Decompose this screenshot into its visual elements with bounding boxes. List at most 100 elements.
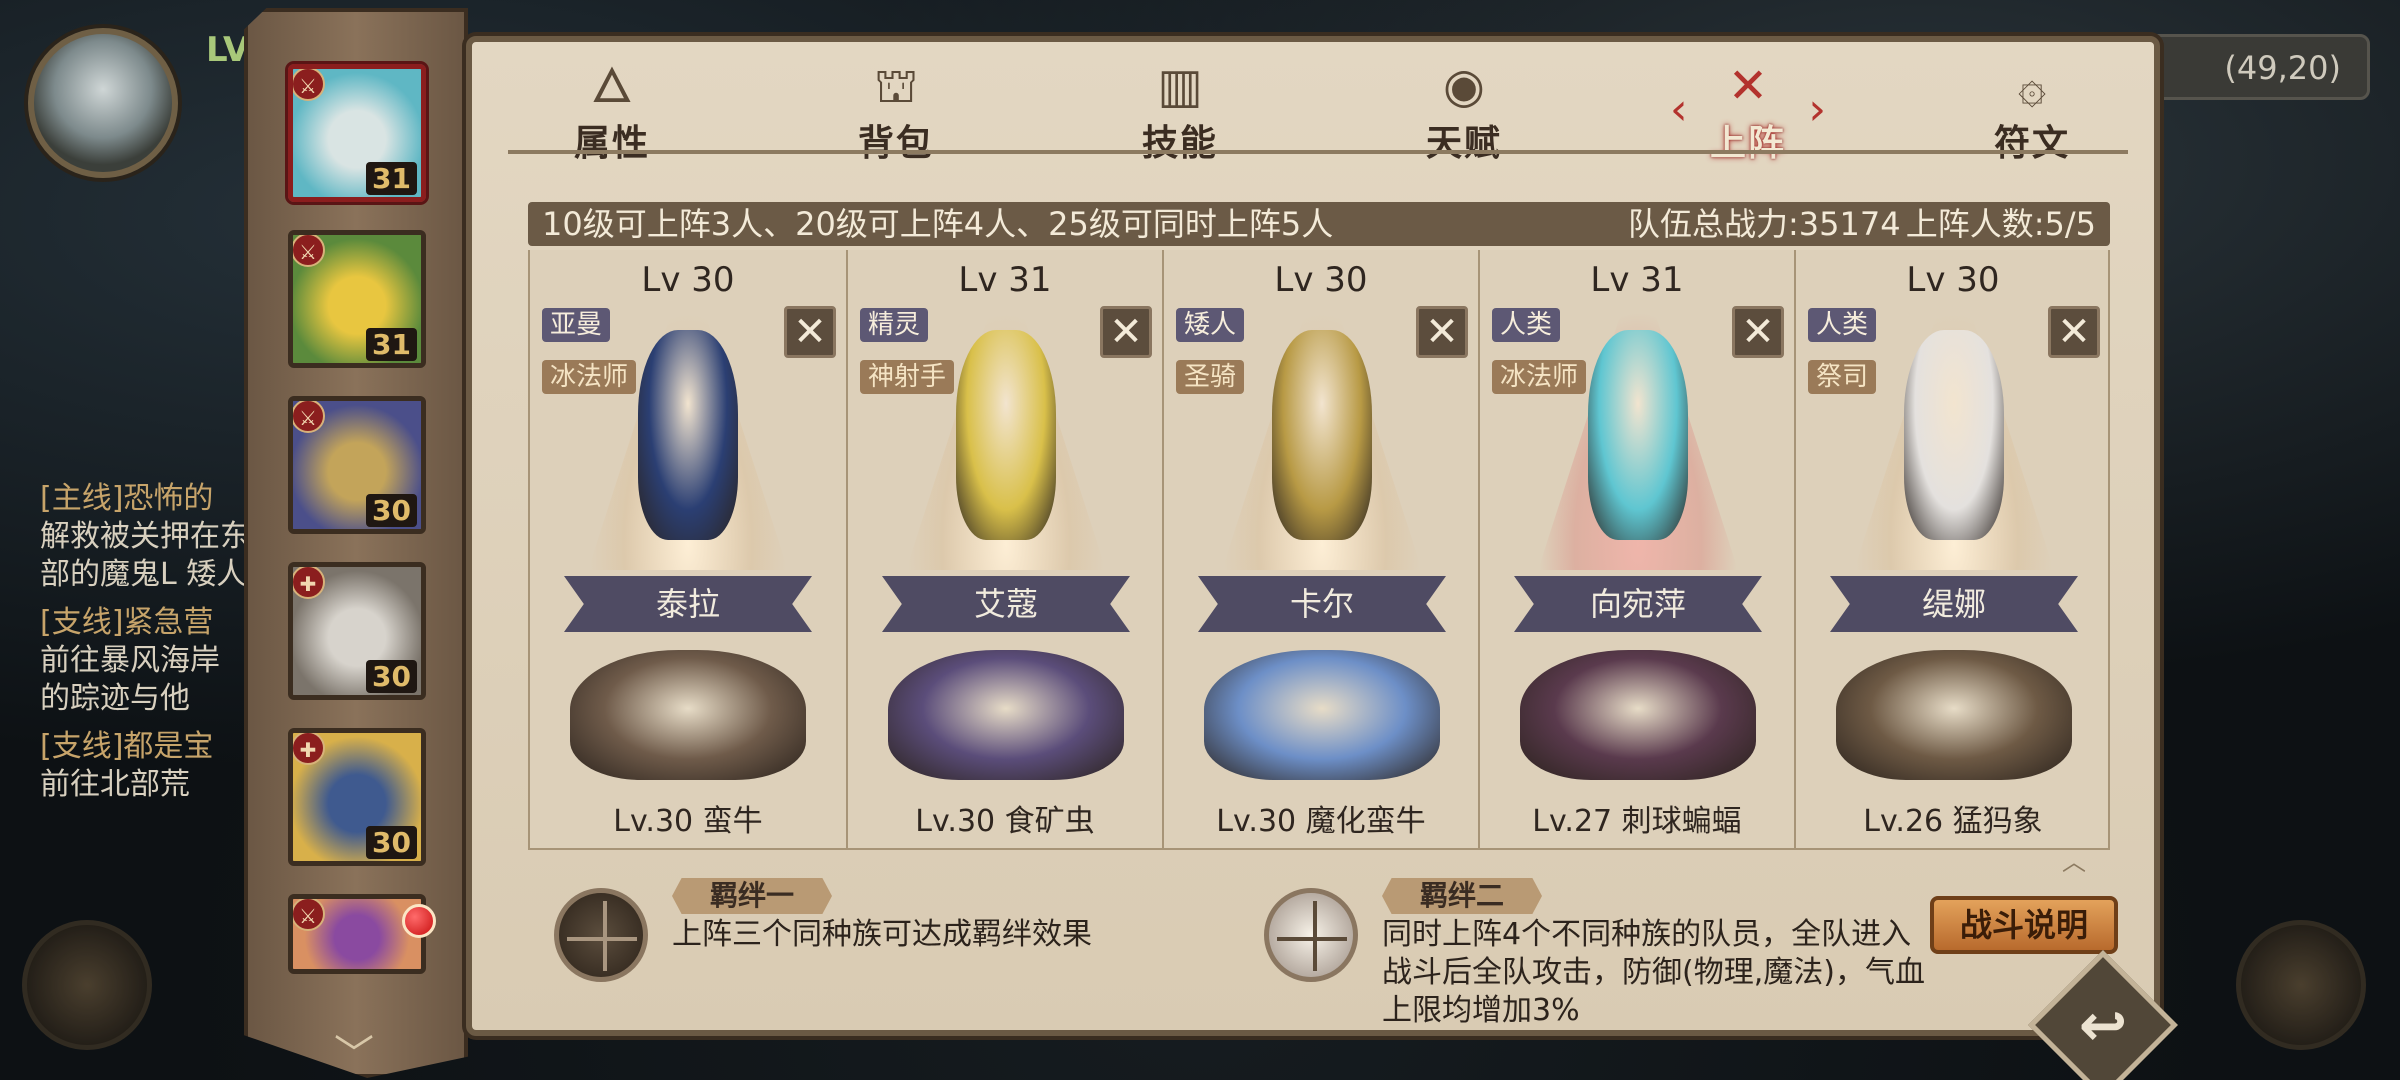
hero-figure[interactable]	[1272, 330, 1372, 540]
sword-icon: ⚔	[293, 899, 325, 931]
team-power-text: 队伍总战力:35174	[1628, 205, 1901, 243]
quest-text: 解救被关押在东部的魔鬼L 矮人	[40, 519, 250, 592]
class-tag: 神射手	[860, 360, 955, 394]
hero-level: 31	[366, 328, 417, 361]
pet-figure[interactable]	[888, 650, 1124, 780]
hero-figure[interactable]	[1904, 330, 2004, 540]
team-slots: Lv 30 亚曼 冰法师 ✕ 泰拉 Lv.30 蛮牛 Lv 31 精灵 神射手 …	[528, 250, 2110, 850]
bond-two-desc-line-1: 同时上阵4个不同种族的队员，全队进入	[1382, 917, 1912, 952]
pet-label: Lv.30 食矿虫	[915, 804, 1095, 839]
remove-hero-button[interactable]: ✕	[784, 306, 836, 358]
quest-text: 前往暴风海岸 的踪迹与他	[40, 643, 220, 716]
hero-portrait[interactable]: ⚔	[288, 894, 426, 974]
team-slot[interactable]: Lv 31 人类 冰法师 ✕ 向宛萍 Lv.27 刺球蝙蝠	[1478, 250, 1794, 850]
eye-icon: ◉	[1443, 58, 1485, 114]
bond-two-desc-line-3: 上限均增加3%	[1382, 993, 1580, 1028]
flame-icon: 🜂	[591, 58, 633, 114]
hero-level: 30	[366, 494, 417, 527]
hero-level: 31	[366, 162, 417, 195]
hero-name-banner: 卡尔	[1198, 576, 1446, 632]
bond-two-title: 羁绊二	[1382, 878, 1542, 914]
sword-icon: ⚔	[293, 235, 325, 267]
hero-portrait[interactable]: ⚔ 31	[288, 64, 426, 202]
slot-hero-level: Lv 31	[958, 260, 1052, 300]
pet-button	[22, 920, 152, 1050]
remove-hero-button[interactable]: ✕	[1732, 306, 1784, 358]
race-tag: 人类	[1492, 308, 1561, 342]
team-count-text: 上阵人数:5/5	[1905, 205, 2096, 243]
bond-one-title: 羁绊一	[672, 878, 832, 914]
hero-figure[interactable]	[1588, 330, 1688, 540]
pet-label: Lv.26 猛犸象	[1863, 804, 2043, 839]
hero-figure[interactable]	[638, 330, 738, 540]
bond-two: 羁绊二 同时上阵4个不同种族的队员，全队进入 战斗后全队攻击，防御(物理,魔法)…	[1264, 878, 1964, 1028]
quest-text: 前往北部荒	[40, 767, 190, 802]
tab-label: 上阵	[1709, 123, 1786, 164]
race-tag: 亚曼	[542, 308, 611, 342]
hero-portrait[interactable]: ✚ 30	[288, 562, 426, 700]
pet-label: Lv.30 蛮牛	[613, 804, 763, 839]
bond-two-desc: 同时上阵4个不同种族的队员，全队进入 战斗后全队攻击，防御(物理,魔法)，气血 …	[1382, 916, 1925, 1030]
chevron-up-icon: ︿	[2062, 848, 2086, 876]
tab-label: 背包	[857, 123, 934, 164]
team-slot[interactable]: Lv 30 人类 祭司 ✕ 缇娜 Lv.26 猛犸象	[1794, 250, 2110, 850]
book-icon: ▥	[1157, 58, 1203, 114]
hero-portrait[interactable]: ⚔ 30	[288, 396, 426, 534]
tab-label: 属性	[573, 123, 650, 164]
team-slot[interactable]: Lv 31 精灵 神射手 ✕ 艾蔻 Lv.30 食矿虫	[846, 250, 1162, 850]
quest-title[interactable]: [支线]都是宝	[40, 728, 250, 766]
rune-icon: ۞	[2017, 58, 2047, 114]
hero-level: 30	[366, 826, 417, 859]
remove-hero-button[interactable]: ✕	[1416, 306, 1468, 358]
slot-hero-level: Lv 31	[1590, 260, 1684, 300]
slot-hero-level: Lv 30	[1906, 260, 2000, 300]
hero-figure[interactable]	[956, 330, 1056, 540]
pet-figure[interactable]	[1204, 650, 1440, 780]
pet-figure[interactable]	[1520, 650, 1756, 780]
bond-one-desc: 上阵三个同种族可达成羁绊效果	[672, 916, 1092, 954]
hero-name-banner: 缇娜	[1830, 576, 2078, 632]
tab-label: 技能	[1141, 123, 1218, 164]
bond-two-desc-line-2: 战斗后全队攻击，防御(物理,魔法)，气血	[1382, 955, 1925, 990]
team-slot[interactable]: Lv 30 矮人 圣骑 ✕ 卡尔 Lv.30 魔化蛮牛	[1162, 250, 1478, 850]
hero-name-banner: 艾蔻	[882, 576, 1130, 632]
race-tag: 精灵	[860, 308, 929, 342]
pet-label: Lv.27 刺球蝙蝠	[1532, 804, 1742, 839]
race-tag: 矮人	[1176, 308, 1245, 342]
back-arrow-icon: ↩	[2078, 991, 2128, 1059]
team-slot[interactable]: Lv 30 亚曼 冰法师 ✕ 泰拉 Lv.30 蛮牛	[530, 250, 846, 850]
hero-level: 30	[366, 660, 417, 693]
quest-title[interactable]: [支线]紧急营	[40, 604, 250, 642]
slot-hero-level: Lv 30	[641, 260, 735, 300]
pet-figure[interactable]	[570, 650, 806, 780]
hero-name-banner: 向宛萍	[1514, 576, 1762, 632]
crossed-swords-icon: ✕	[1727, 58, 1769, 114]
pet-figure[interactable]	[1836, 650, 2072, 780]
quest-tracker: [主线]恐怖的 解救被关押在东部的魔鬼L 矮人 [支线]紧急营 前往暴风海岸 的踪迹与…	[40, 470, 250, 804]
bag-icon: ⛫	[873, 58, 919, 114]
remove-hero-button[interactable]: ✕	[1100, 306, 1152, 358]
class-tag: 冰法师	[542, 360, 637, 394]
remove-hero-button[interactable]: ✕	[2048, 306, 2100, 358]
class-tag: 祭司	[1808, 360, 1877, 394]
sword-icon: ⚔	[293, 69, 325, 101]
tab-divider	[508, 150, 2128, 154]
bond-one: 羁绊一 上阵三个同种族可达成羁绊效果	[554, 878, 1154, 1018]
hero-portrait[interactable]: ✚ 30	[288, 728, 426, 866]
bond-two-icon	[1264, 888, 1358, 982]
formation-rule-text: 10级可上阵3人、20级可上阵4人、25级可同时上阵5人	[542, 205, 1334, 243]
pet-label: Lv.30 魔化蛮牛	[1216, 804, 1426, 839]
hero-name-banner: 泰拉	[564, 576, 812, 632]
player-level-label: LV	[206, 30, 250, 70]
bond-one-desc-line: 上阵三个同种族可达成羁绊效果	[672, 917, 1092, 952]
cross-icon: ✚	[293, 733, 325, 765]
hero-portrait[interactable]: ⚔ 31	[288, 230, 426, 368]
tab-label: 天赋	[1425, 123, 1502, 164]
formation-info-bar: 10级可上阵3人、20级可上阵4人、25级可同时上阵5人 队伍总战力:35174…	[528, 202, 2110, 246]
slot-hero-level: Lv 30	[1274, 260, 1368, 300]
class-tag: 冰法师	[1492, 360, 1587, 394]
formation-panel: 🜂 属性 ⛫ 背包 ▥ 技能 ◉ 天赋 ✕ 上阵 ۞ 符文 10级可上阵3人、20级可上阵4人、25级…	[466, 36, 2160, 1036]
battle-help-button[interactable]: 战斗说明	[1930, 896, 2118, 954]
home-button	[2236, 920, 2366, 1050]
quest-title[interactable]: [主线]恐怖的	[40, 480, 250, 518]
